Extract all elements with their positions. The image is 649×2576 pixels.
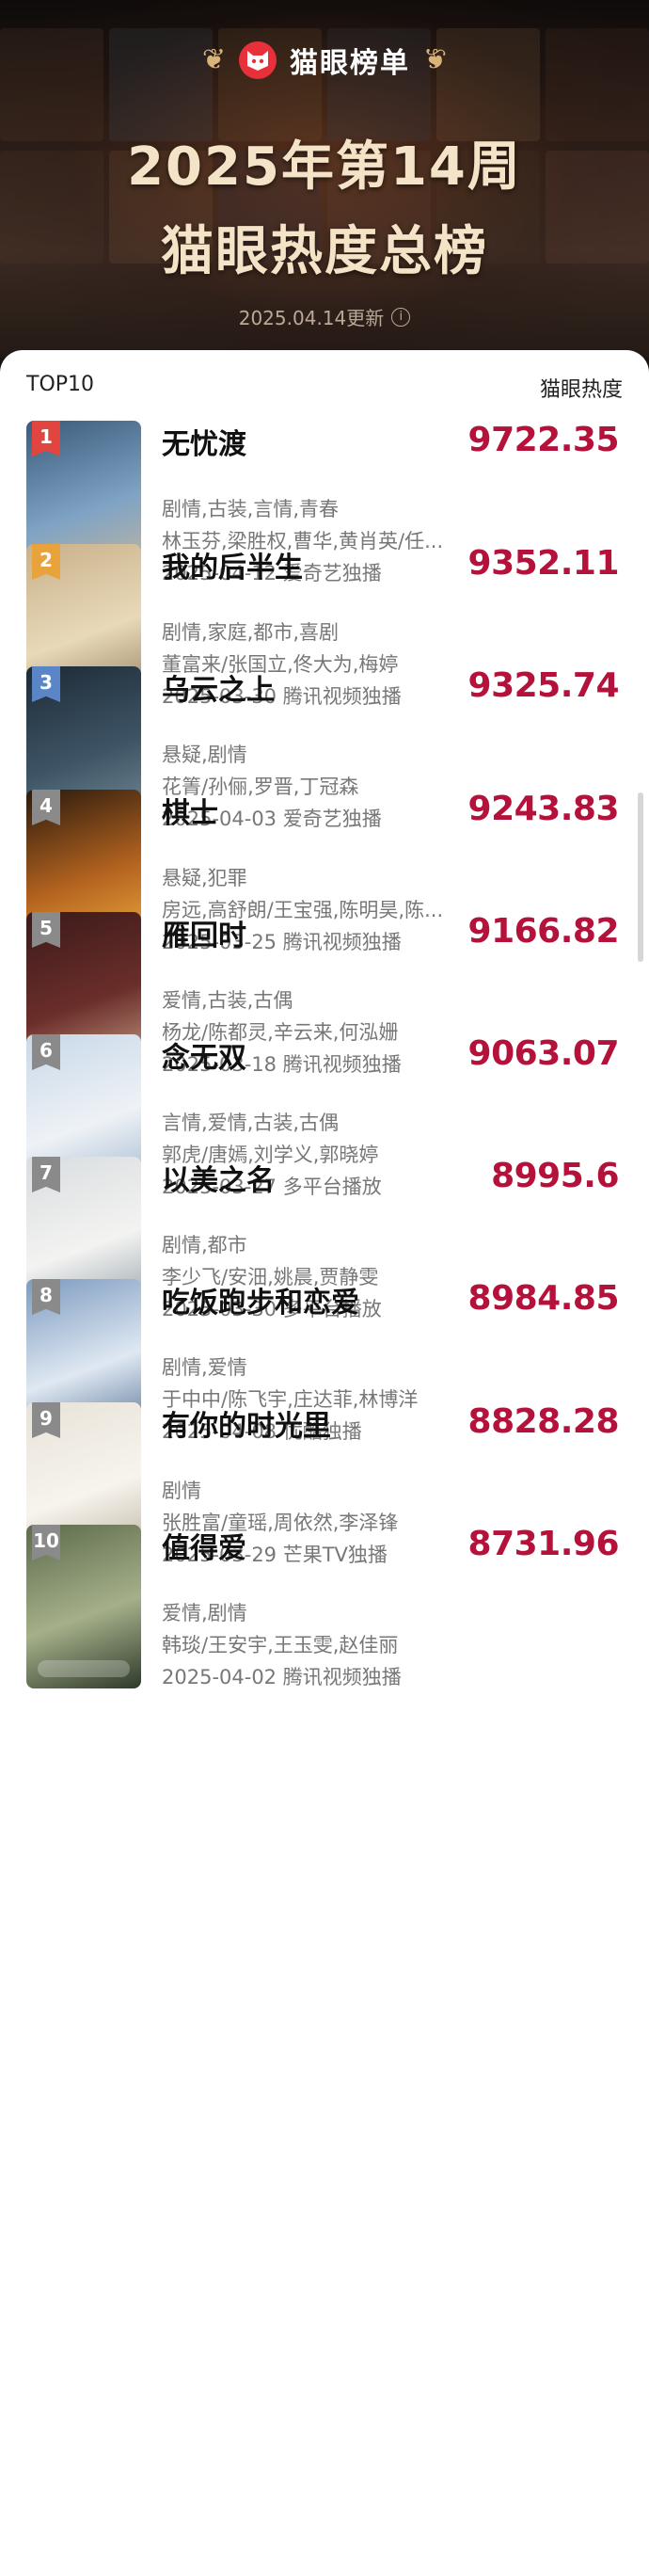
heat-score: 8984.85 [467, 1279, 620, 1318]
drama-genres: 剧情,爱情 [162, 1356, 247, 1379]
drama-genres: 爱情,剧情 [162, 1602, 247, 1624]
heat-score: 9722.35 [467, 421, 620, 459]
heat-score: 9063.07 [467, 1034, 620, 1073]
maoyan-cat-logo-icon [239, 41, 277, 79]
list-item[interactable]: 10 值得爱 爱情,剧情 韩琰/王安宇,王玉雯,赵佳丽 2025-04-02 腾… [26, 1525, 623, 1694]
drama-genres: 爱情,古装,古偶 [162, 989, 293, 1012]
heat-score: 8828.28 [467, 1402, 620, 1441]
laurel-left-icon: ❦ [201, 43, 226, 76]
heat-score: 9352.11 [467, 544, 620, 583]
drama-poster[interactable]: 10 [26, 1525, 141, 1688]
update-date: 2025.04.14更新 [238, 307, 385, 329]
drama-title[interactable]: 以美之名 [162, 1157, 275, 1198]
drama-cast: 韩琰/王安宇,王玉雯,赵佳丽 [162, 1634, 399, 1656]
drama-genres: 剧情 [162, 1480, 201, 1502]
drama-genres: 剧情,家庭,都市,喜剧 [162, 621, 340, 644]
page-title-chart: 猫眼热度总榜 [161, 221, 488, 282]
drama-title[interactable]: 雁回时 [162, 912, 246, 953]
drama-genres: 剧情,都市 [162, 1234, 247, 1256]
header-banner: ❦ 猫眼榜单 ❦ 2025年第14周 猫眼热度总榜 2025.04.14更新 i [0, 0, 649, 358]
poster-caption [38, 1660, 130, 1677]
heat-score: 9325.74 [467, 666, 620, 705]
drama-title[interactable]: 棋士 [162, 790, 218, 831]
ranking-card: TOP10 猫眼热度 1 无忧渡 剧情,古装,言情,青春 林玉芬,梁胜权,曹华,… [0, 350, 649, 2576]
drama-title[interactable]: 值得爱 [162, 1525, 246, 1566]
brand-row: ❦ 猫眼榜单 ❦ [0, 40, 649, 81]
heat-column-label: 猫眼热度 [539, 378, 623, 402]
drama-genres: 悬疑,犯罪 [162, 867, 247, 889]
drama-title[interactable]: 有你的时光里 [162, 1402, 331, 1444]
update-info: 2025.04.14更新 i [0, 303, 649, 330]
brand-name: 猫眼榜单 [290, 47, 410, 80]
drama-genres: 悬疑,剧情 [162, 744, 247, 766]
heat-score: 9243.83 [467, 790, 620, 828]
top10-label: TOP10 [26, 373, 95, 396]
drama-genres: 言情,爱情,古装,古偶 [162, 1112, 340, 1134]
info-icon[interactable]: i [391, 307, 411, 327]
laurel-right-icon: ❦ [423, 43, 448, 76]
drama-genres: 剧情,古装,言情,青春 [162, 498, 340, 520]
list-header: TOP10 猫眼热度 [26, 373, 623, 403]
drama-title[interactable]: 无忧渡 [162, 421, 246, 462]
heat-score: 9166.82 [467, 912, 620, 951]
page-title-week: 2025年第14周 [127, 136, 522, 198]
heat-score: 8995.6 [491, 1157, 619, 1195]
drama-title[interactable]: 乌云之上 [162, 666, 275, 708]
drama-release: 2025-04-02 腾讯视频独播 [162, 1666, 402, 1688]
drama-title[interactable]: 吃饭跑步和恋爱 [162, 1279, 359, 1320]
drama-title[interactable]: 念无双 [162, 1034, 246, 1076]
scrollbar[interactable] [638, 792, 643, 962]
drama-title[interactable]: 我的后半生 [162, 544, 303, 585]
heat-score: 8731.96 [467, 1525, 620, 1563]
